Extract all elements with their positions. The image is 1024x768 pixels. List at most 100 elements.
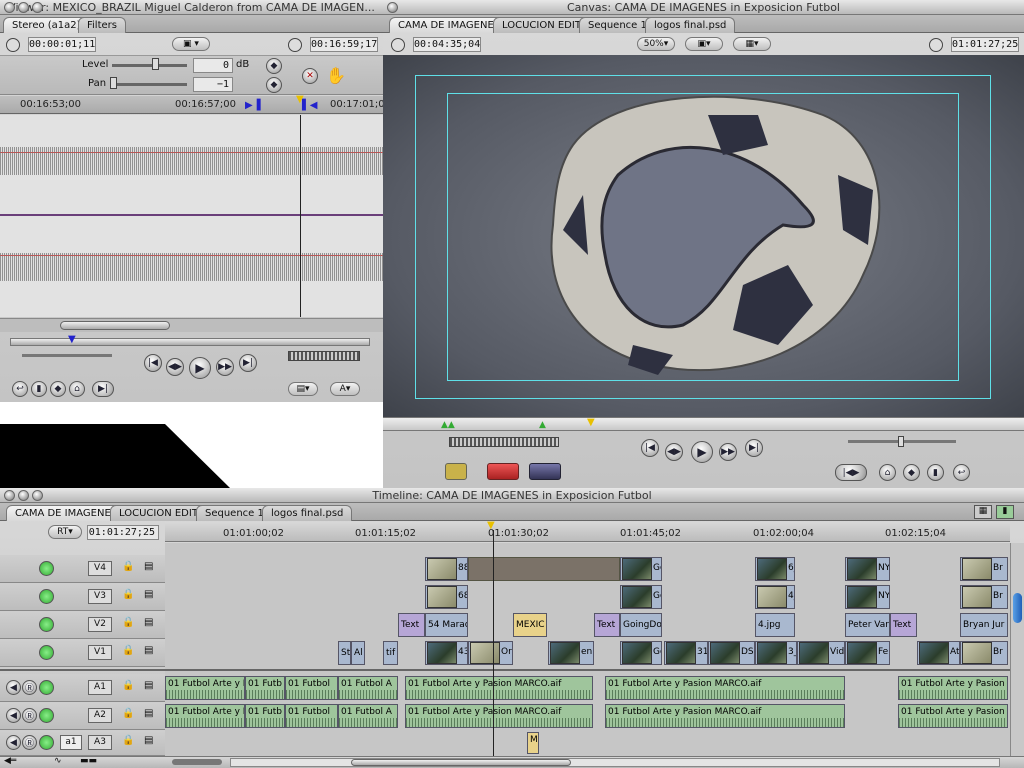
viewer-scrollbar[interactable] — [0, 318, 383, 332]
shuttle-control[interactable] — [288, 351, 360, 361]
canvas-match-frame-icon[interactable]: ↩ — [953, 464, 970, 481]
clip[interactable]: Bryan Jur — [960, 613, 1008, 637]
clip[interactable]: At — [917, 641, 960, 665]
clip[interactable]: Br — [960, 585, 1008, 609]
audio-clip[interactable]: 01 Futbol A — [338, 704, 398, 728]
overwrite-edit-button[interactable] — [487, 463, 519, 480]
lock-icon[interactable]: 🔒 — [122, 617, 134, 628]
clip[interactable]: Al — [351, 641, 365, 665]
speaker-icon[interactable]: ◀ — [6, 708, 21, 723]
track-name[interactable]: A3 — [88, 735, 112, 750]
tab-logos-final[interactable]: logos final.psd — [262, 505, 353, 521]
track-name[interactable]: V2 — [88, 617, 112, 632]
generator-dropdown[interactable]: A▾ — [330, 382, 360, 396]
clip[interactable]: Text — [398, 613, 425, 637]
canvas-current-timecode[interactable]: 01:01:27;25 — [951, 37, 1019, 52]
canvas-shuttle-control[interactable] — [449, 437, 559, 447]
audio-clip[interactable]: 01 Futbol Arte y P — [165, 704, 245, 728]
tab-locucion-edit[interactable]: LOCUCION EDIT — [110, 505, 207, 521]
viewer-current-timecode[interactable]: 00:16:59;17 — [310, 37, 378, 52]
canvas-add-marker-icon[interactable]: ⌂ — [879, 464, 896, 481]
lock-icon[interactable]: 🔒 — [122, 589, 134, 600]
clip[interactable]: tif — [383, 641, 398, 665]
play-around-current-icon[interactable]: ▶▶ — [216, 358, 234, 376]
recent-clips-dropdown[interactable]: ▤▾ — [288, 382, 318, 396]
audio-clip[interactable]: 01 Futbol Arte y Pasion — [898, 704, 1008, 728]
audio-clip[interactable]: 01 Futbol Arte y P — [165, 676, 245, 700]
canvas-close-button[interactable] — [387, 2, 398, 13]
tab-stereo[interactable]: Stereo (a1a2) — [3, 17, 90, 33]
viewer-ruler[interactable]: 00:16:53;00 00:16:57;00 00:17:01;02 ▶▐ ▌… — [0, 94, 391, 114]
audio-clip[interactable]: 01 Futbol Arte y Pasion MARCO.aif — [605, 704, 845, 728]
auto-select-icon[interactable]: ▤ — [144, 680, 153, 691]
clip[interactable]: en — [548, 641, 594, 665]
lock-icon[interactable]: 🔒 — [122, 735, 134, 746]
canvas-display-dropdown[interactable]: ▦▾ — [733, 37, 771, 51]
canvas-play-button[interactable]: ▶ — [691, 441, 713, 463]
auto-select-icon[interactable]: ▤ — [144, 617, 153, 628]
canvas-video-frame[interactable] — [383, 55, 1024, 417]
track-visibility-icon[interactable] — [39, 561, 54, 576]
track-enable-icon[interactable] — [39, 680, 54, 695]
audio-clip[interactable]: 01 Futbol A — [338, 676, 398, 700]
timeline-timecode[interactable]: 01:01:27;25 — [87, 525, 159, 540]
track-name[interactable]: V3 — [88, 589, 112, 604]
clip[interactable]: 43 — [425, 641, 468, 665]
audio-clip[interactable]: 01 Futbol — [285, 704, 338, 728]
track-name[interactable]: V4 — [88, 561, 112, 576]
zoom-slider[interactable] — [172, 759, 222, 765]
level-keyframe-button[interactable]: ◆ — [266, 58, 282, 74]
timeline-horizontal-thumb[interactable] — [351, 759, 571, 766]
marker-icon[interactable]: ▲▲ — [441, 420, 455, 430]
level-slider[interactable] — [112, 64, 187, 67]
zoom-window-button[interactable] — [32, 2, 43, 13]
mark-clip-icon[interactable]: ▮ — [31, 381, 47, 397]
audio-clip[interactable]: 01 Futbol Arte y Pasion MARCO.aif — [405, 676, 593, 700]
tab-cama-de-imagenes[interactable]: CAMA DE IMAGENES — [6, 505, 127, 521]
clip[interactable]: Go — [620, 557, 662, 581]
track-visibility-icon[interactable] — [39, 645, 54, 660]
add-marker-icon[interactable]: ⌂ — [69, 381, 85, 397]
clip[interactable]: Peter Var — [845, 613, 890, 637]
track-name[interactable]: A1 — [88, 680, 112, 695]
viewer-duration-timecode[interactable]: 00:00:01;11 — [28, 37, 96, 52]
pan-slider-thumb[interactable] — [110, 77, 117, 89]
clip[interactable]: NY — [845, 557, 890, 581]
audio-clip[interactable]: 01 Futbol — [285, 676, 338, 700]
pan-keyframe-button[interactable]: ◆ — [266, 77, 282, 93]
track-visibility-icon[interactable] — [39, 617, 54, 632]
canvas-duration-timecode[interactable]: 00:04:35;04 — [413, 37, 481, 52]
clip[interactable]: NY — [845, 585, 890, 609]
auto-select-icon[interactable]: ▤ — [144, 645, 153, 656]
audio-waveform-area[interactable] — [0, 115, 383, 317]
clip[interactable]: DS — [708, 641, 755, 665]
level-value-field[interactable]: 0 — [193, 58, 233, 73]
audio-clip[interactable]: 01 Futbol Arte y Pasion — [898, 676, 1008, 700]
lock-icon[interactable]: 🔒 — [122, 680, 134, 691]
canvas-mark-clip-icon[interactable]: ▮ — [927, 464, 944, 481]
level-slider-thumb[interactable] — [152, 58, 159, 70]
timeline-vertical-thumb[interactable] — [1013, 593, 1022, 623]
scrubber-playhead-icon[interactable]: ▼ — [68, 334, 76, 345]
clip[interactable]: 68 — [425, 585, 468, 609]
reset-x-icon[interactable]: ✕ — [302, 68, 318, 84]
tab-filters[interactable]: Filters — [78, 17, 126, 33]
canvas-add-keyframe-icon[interactable]: ◆ — [903, 464, 920, 481]
clip[interactable]: 88 — [425, 557, 468, 581]
clip[interactable]: MEXIC — [513, 613, 547, 637]
close-window-button[interactable] — [4, 2, 15, 13]
canvas-play-in-out-icon[interactable]: ◀▶ — [665, 443, 683, 461]
track-height-icon[interactable]: ◀═ — [4, 756, 16, 766]
audio-clip[interactable]: 01 Futb — [245, 676, 285, 700]
auto-select-icon[interactable]: ▤ — [144, 735, 153, 746]
canvas-previous-edit-icon[interactable]: |◀ — [641, 439, 659, 457]
insert-edit-button[interactable] — [445, 463, 467, 480]
playhead-icon[interactable]: ▼ — [296, 94, 304, 105]
clip[interactable] — [468, 557, 620, 581]
audio-clip[interactable]: 01 Futb — [245, 704, 285, 728]
canvas-jog-thumb[interactable] — [898, 436, 904, 447]
canvas-play-around-icon[interactable]: ▶▶ — [719, 443, 737, 461]
snapping-toggle-icon[interactable]: ▦ — [974, 505, 992, 519]
clip[interactable]: 6_ — [755, 557, 795, 581]
auto-select-icon[interactable]: ▤ — [144, 708, 153, 719]
